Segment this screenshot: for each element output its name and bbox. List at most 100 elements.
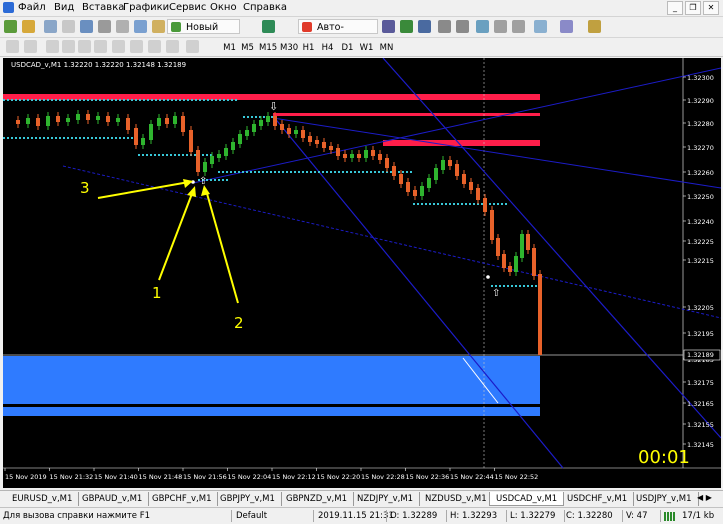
tab-eurusd[interactable]: EURUSD_v,M1 (6, 492, 80, 506)
bar-chart-icon[interactable] (382, 20, 395, 33)
tab-usdcad[interactable]: USDCAD_v,M1 (489, 492, 565, 506)
tester-icon[interactable] (116, 20, 129, 33)
tab-usdjpy[interactable]: USDJPY_v,M1 (630, 492, 699, 506)
chart-canvas[interactable]: ⇩ ⇧ ⇧ 3 1 2 1.32300 1.32290 1.32280 1.32270… (3, 58, 721, 488)
indicators-icon[interactable] (534, 20, 547, 33)
candle-body (357, 154, 361, 158)
zoom-out-icon[interactable] (456, 20, 469, 33)
standard-toolbar: Новый ордер Авто-торговля (0, 17, 723, 48)
price-label: 1.32225 (687, 238, 714, 246)
minimize-icon[interactable]: _ (667, 1, 683, 15)
templates-icon[interactable] (588, 20, 601, 33)
close-icon[interactable]: ✕ (703, 1, 719, 15)
arrow-tool-icon[interactable] (166, 40, 179, 53)
candle-body (392, 166, 396, 176)
candle-body (476, 188, 480, 200)
options-icon[interactable] (152, 20, 165, 33)
text-icon[interactable] (130, 40, 143, 53)
candle-body (280, 124, 284, 130)
price-label: 1.32270 (687, 144, 714, 152)
crosshair-icon[interactable] (24, 40, 37, 53)
tab-gbpjpy[interactable]: GBPJPY_v,M1 (214, 492, 282, 506)
horizontal-line-icon[interactable] (62, 40, 75, 53)
candle-body (526, 234, 530, 250)
candle-body (420, 186, 424, 196)
data-window-icon[interactable] (62, 20, 75, 33)
restore-icon[interactable]: ❐ (685, 1, 701, 15)
price-label: 1.32165 (687, 400, 714, 408)
new-order-button[interactable]: Новый ордер (167, 19, 240, 48)
tab-nzdjpy[interactable]: NZDJPY_v,M1 (351, 492, 421, 506)
tab-usdchf[interactable]: USDCHF_v,M1 (561, 492, 635, 506)
menu-file[interactable]: Файл (18, 2, 46, 13)
resistance-zone-mid (273, 113, 540, 116)
price-label: 1.32155 (687, 421, 714, 429)
zoom-in-icon[interactable] (438, 20, 451, 33)
candle-body (126, 118, 130, 130)
new-chart-icon[interactable] (4, 20, 17, 33)
timeframe-w1[interactable]: W1 (358, 40, 375, 54)
tab-gbpnzd[interactable]: GBPNZD_v,M1 (280, 492, 354, 506)
menu-help[interactable]: Справка (243, 2, 287, 13)
time-label: 15 Nov 21:32 (50, 473, 94, 481)
candle-body (210, 156, 214, 164)
metaeditor-icon[interactable] (134, 20, 147, 33)
status-high: H: 1.32293 (450, 511, 498, 521)
terminal-icon[interactable] (98, 20, 111, 33)
menu-window[interactable]: Окно (210, 2, 237, 13)
chart-shift-icon[interactable] (494, 20, 507, 33)
market-watch-icon[interactable] (44, 20, 57, 33)
signal-dot-2 (486, 275, 490, 279)
price-label: 1.32175 (687, 379, 714, 387)
menu-tools[interactable]: Сервис (169, 2, 206, 13)
cursor-icon[interactable] (6, 40, 19, 53)
time-label: 15 Nov 21:48 (139, 473, 183, 481)
label-icon[interactable] (148, 40, 161, 53)
price-chart[interactable]: ⇩ ⇧ ⇧ 3 1 2 1.32300 1.32290 1.32280 1.32270… (3, 58, 721, 488)
tab-scroll-arrows[interactable]: ◀ ▶ (697, 493, 719, 505)
price-axis: 1.32300 1.32290 1.32280 1.32270 1.32260 1.322… (683, 74, 714, 449)
tile-windows-icon[interactable] (476, 20, 489, 33)
candlestick-icon[interactable] (400, 20, 413, 33)
candle-body (315, 140, 319, 144)
timeframe-d1[interactable]: D1 (339, 40, 356, 54)
trendline-icon[interactable] (78, 40, 91, 53)
vertical-line-icon[interactable] (46, 40, 59, 53)
tab-gbpaud[interactable]: GBPAUD_v,M1 (76, 492, 150, 506)
fibonacci-icon[interactable] (112, 40, 125, 53)
timeframe-m5[interactable]: M5 (239, 40, 256, 54)
periods-icon[interactable] (560, 20, 573, 33)
candle-body (301, 130, 305, 138)
candle-body (56, 116, 60, 122)
candle-body (469, 182, 473, 190)
menu-view[interactable]: Вид (54, 2, 74, 13)
timeframe-m1[interactable]: M1 (221, 40, 238, 54)
time-label: 15 Nov 22:04 (228, 473, 272, 481)
tab-gbpchf[interactable]: GBPCHF_v,M1 (146, 492, 219, 506)
autoscroll-icon[interactable] (512, 20, 525, 33)
dashed-trendline (62, 165, 721, 319)
timeframe-m30[interactable]: M30 (279, 40, 298, 54)
current-price-label: 1.32189 (687, 351, 714, 359)
candle-body (364, 150, 368, 158)
equidistant-channel-icon[interactable] (94, 40, 107, 53)
tab-nzdusd[interactable]: NZDUSD_v,M1 (419, 492, 494, 506)
timeframe-mn[interactable]: MN (377, 40, 396, 54)
navigator-icon[interactable] (80, 20, 93, 33)
timeframe-h1[interactable]: H1 (300, 40, 317, 54)
signal-icon[interactable] (262, 20, 275, 33)
candle-body (508, 266, 512, 272)
line-chart-icon[interactable] (418, 20, 431, 33)
menu-charts[interactable]: Графики (123, 2, 169, 13)
candle-body (378, 154, 382, 160)
price-label: 1.32195 (687, 330, 714, 338)
timeframe-m15[interactable]: M15 (258, 40, 277, 54)
timeframe-h4[interactable]: H4 (319, 40, 336, 54)
candle-body (294, 130, 298, 134)
menu-insert[interactable]: Вставка (82, 2, 124, 13)
dropdown-icon[interactable] (186, 40, 199, 53)
profiles-icon[interactable] (22, 20, 35, 33)
candle-body (434, 168, 438, 180)
auto-trading-button[interactable]: Авто-торговля (298, 19, 378, 48)
candle-body (266, 116, 270, 122)
